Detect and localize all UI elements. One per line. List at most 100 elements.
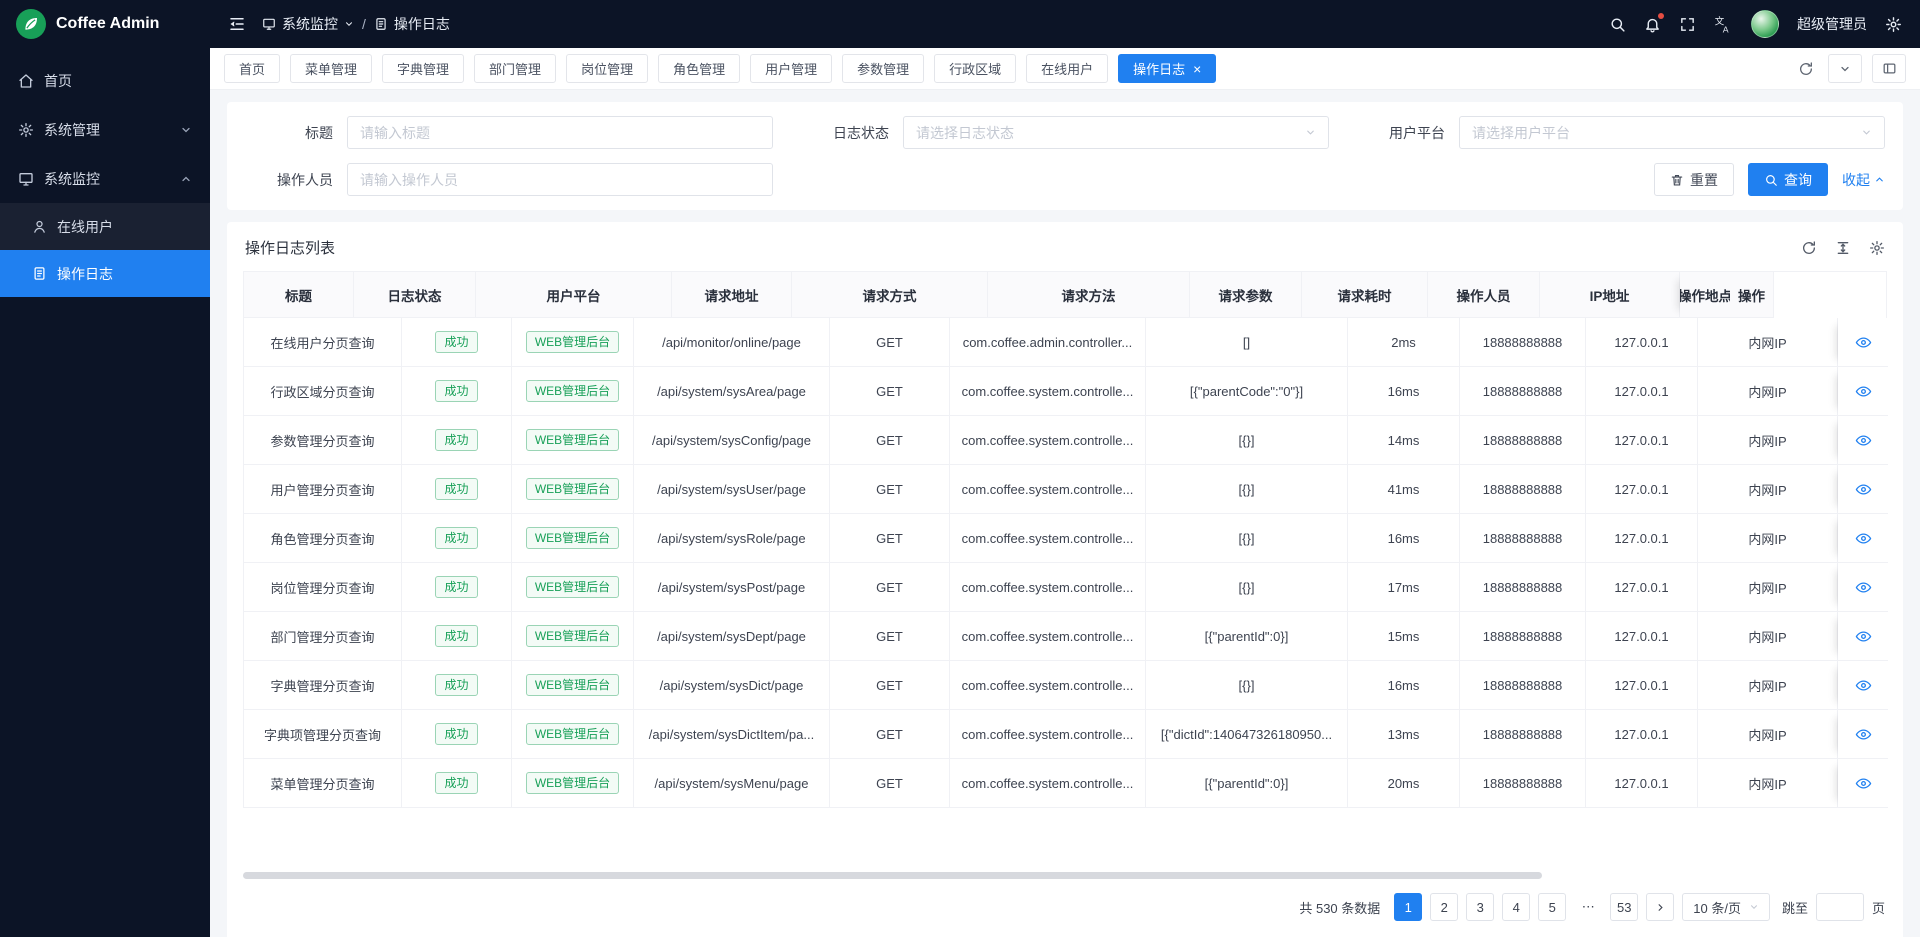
- cell-log-status: 成功: [402, 416, 512, 465]
- view-detail-eye-icon[interactable]: [1855, 579, 1872, 596]
- page-button[interactable]: 53: [1610, 893, 1638, 921]
- view-detail-eye-icon[interactable]: [1855, 432, 1872, 449]
- cell-user-platform: WEB管理后台: [512, 612, 634, 661]
- view-detail-eye-icon[interactable]: [1855, 726, 1872, 743]
- tab[interactable]: 岗位管理: [566, 54, 648, 83]
- user-platform-select[interactable]: 请选择用户平台: [1459, 116, 1885, 149]
- notification-bell-icon[interactable]: [1644, 16, 1661, 33]
- operator-input[interactable]: [347, 163, 773, 196]
- cell-ip: 127.0.0.1: [1586, 612, 1698, 661]
- field-user-platform: 用户平台 请选择用户平台: [1357, 116, 1885, 149]
- cell-actions: [1838, 465, 1888, 514]
- cell-actions: [1838, 514, 1888, 563]
- reset-button[interactable]: 重置: [1654, 163, 1734, 196]
- cell-user-platform: WEB管理后台: [512, 318, 634, 367]
- user-name[interactable]: 超级管理员: [1797, 14, 1867, 34]
- tab[interactable]: 行政区域: [934, 54, 1016, 83]
- table-row: 用户管理分页查询 成功 WEB管理后台 /api/system/sysUser/…: [244, 465, 1886, 514]
- log-status-select[interactable]: 请选择日志状态: [903, 116, 1329, 149]
- table-row: 字典项管理分页查询 成功 WEB管理后台 /api/system/sysDict…: [244, 710, 1886, 759]
- jump-page-input[interactable]: [1816, 893, 1864, 921]
- jump-suffix-label: 页: [1872, 898, 1885, 917]
- view-detail-eye-icon[interactable]: [1855, 677, 1872, 694]
- column-header: 操作人员: [1428, 272, 1540, 318]
- scrollbar-thumb[interactable]: [243, 872, 1542, 879]
- table-row: 在线用户分页查询 成功 WEB管理后台 /api/monitor/online/…: [244, 318, 1886, 367]
- cell-request-method: GET: [830, 710, 950, 759]
- cell-request-method: GET: [830, 563, 950, 612]
- cell-title: 在线用户分页查询: [244, 318, 402, 367]
- cell-duration: 16ms: [1348, 661, 1460, 710]
- cell-actions: [1838, 661, 1888, 710]
- tab[interactable]: 字典管理: [382, 54, 464, 83]
- tab[interactable]: 首页: [224, 54, 280, 83]
- tab-options-chevron-icon[interactable]: [1828, 54, 1862, 83]
- tab[interactable]: 参数管理: [842, 54, 924, 83]
- tab[interactable]: 用户管理: [750, 54, 832, 83]
- cell-log-status: 成功: [402, 710, 512, 759]
- tab[interactable]: 角色管理: [658, 54, 740, 83]
- app-logo[interactable]: Coffee Admin: [0, 0, 210, 48]
- refresh-icon[interactable]: [1801, 240, 1817, 256]
- cell-request-params: [{}]: [1146, 661, 1348, 710]
- card-header: 操作日志列表: [243, 222, 1887, 271]
- refresh-icon[interactable]: [1794, 61, 1818, 77]
- settings-gear-icon[interactable]: [1885, 16, 1902, 33]
- column-header: 日志状态: [354, 272, 476, 318]
- tab[interactable]: 部门管理: [474, 54, 556, 83]
- page-button[interactable]: 4: [1502, 893, 1530, 921]
- view-detail-eye-icon[interactable]: [1855, 775, 1872, 792]
- content-fullscreen-icon[interactable]: [1872, 54, 1906, 83]
- platform-badge: WEB管理后台: [526, 478, 619, 500]
- cell-ip: 127.0.0.1: [1586, 465, 1698, 514]
- view-detail-eye-icon[interactable]: [1855, 334, 1872, 351]
- view-detail-eye-icon[interactable]: [1855, 481, 1872, 498]
- sidebar-menu: 首页 系统管理 系统监控: [0, 48, 210, 297]
- tab-label: 用户管理: [765, 59, 817, 78]
- page-button[interactable]: 1: [1394, 893, 1422, 921]
- close-icon[interactable]: ×: [1193, 62, 1201, 76]
- breadcrumb: 系统监控 / 操作日志: [262, 14, 450, 34]
- column-header: 操作: [1730, 272, 1774, 318]
- platform-badge: WEB管理后台: [526, 429, 619, 451]
- cell-ip: 127.0.0.1: [1586, 759, 1698, 808]
- cell-ip: 127.0.0.1: [1586, 710, 1698, 759]
- sidebar-item-operation-log[interactable]: 操作日志: [0, 250, 210, 297]
- view-detail-eye-icon[interactable]: [1855, 530, 1872, 547]
- chevron-down-icon: [344, 19, 354, 29]
- density-icon[interactable]: [1835, 240, 1851, 256]
- table-row: 参数管理分页查询 成功 WEB管理后台 /api/system/sysConfi…: [244, 416, 1886, 465]
- page-size-select[interactable]: 10 条/页: [1682, 893, 1770, 921]
- page-button[interactable]: 5: [1538, 893, 1566, 921]
- user-avatar[interactable]: [1751, 10, 1779, 38]
- translate-icon[interactable]: 文A: [1714, 15, 1733, 34]
- sidebar-item-online-users[interactable]: 在线用户: [0, 203, 210, 250]
- cell-request-params: [{}]: [1146, 563, 1348, 612]
- column-header: 请求方式: [792, 272, 988, 318]
- query-button[interactable]: 查询: [1748, 163, 1828, 196]
- view-detail-eye-icon[interactable]: [1855, 628, 1872, 645]
- cell-request-method: GET: [830, 318, 950, 367]
- sidebar-item-home[interactable]: 首页: [0, 56, 210, 105]
- next-page-button[interactable]: [1646, 893, 1674, 921]
- tab[interactable]: 操作日志 ×: [1118, 54, 1216, 83]
- cell-location: 内网IP: [1698, 465, 1838, 514]
- tab[interactable]: 菜单管理: [290, 54, 372, 83]
- collapse-filter-link[interactable]: 收起: [1842, 170, 1885, 190]
- page-button[interactable]: ⋯: [1574, 893, 1602, 921]
- view-detail-eye-icon[interactable]: [1855, 383, 1872, 400]
- menu-fold-icon[interactable]: [228, 15, 246, 33]
- page-button[interactable]: 2: [1430, 893, 1458, 921]
- title-input[interactable]: [347, 116, 773, 149]
- sidebar-item-system-mgmt[interactable]: 系统管理: [0, 105, 210, 154]
- fullscreen-icon[interactable]: [1679, 16, 1696, 33]
- sidebar-item-system-monitor[interactable]: 系统监控: [0, 154, 210, 203]
- cell-log-status: 成功: [402, 759, 512, 808]
- page-button[interactable]: 3: [1466, 893, 1494, 921]
- breadcrumb-system-monitor[interactable]: 系统监控: [262, 14, 354, 34]
- breadcrumb-operation-log[interactable]: 操作日志: [374, 14, 450, 34]
- column-settings-gear-icon[interactable]: [1869, 240, 1885, 256]
- page-number: 5: [1549, 900, 1556, 915]
- search-icon[interactable]: [1609, 16, 1626, 33]
- tab[interactable]: 在线用户: [1026, 54, 1108, 83]
